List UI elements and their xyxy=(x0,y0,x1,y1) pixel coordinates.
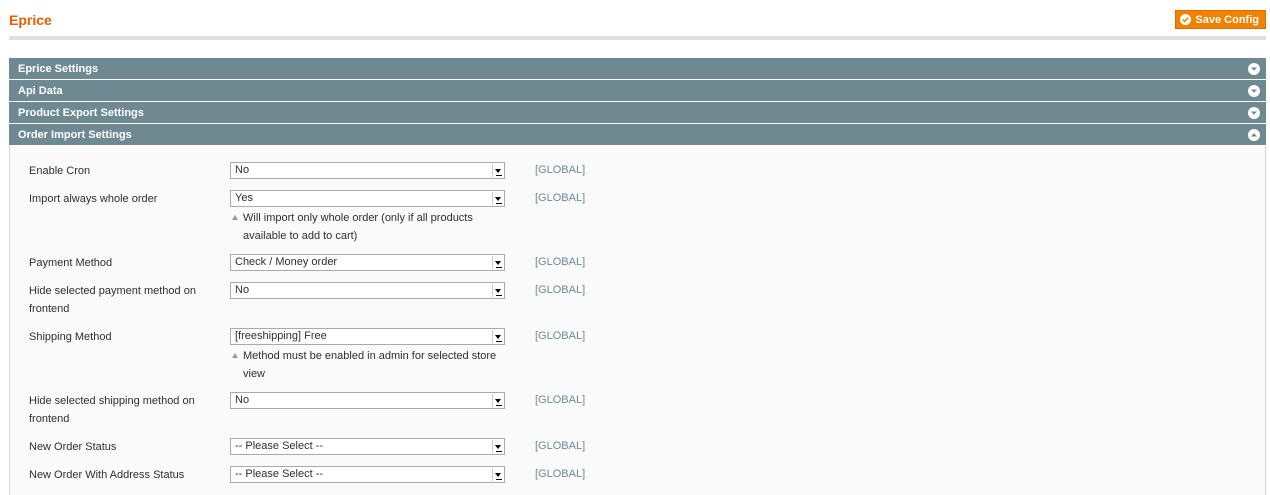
field-label: Enable Cron xyxy=(29,165,91,177)
select-value: -- Please Select -- xyxy=(235,468,324,480)
dropdown-arrow-icon xyxy=(492,440,503,453)
section-order-import-settings[interactable]: Order Import Settings xyxy=(9,124,1266,146)
field-label: New Order Status xyxy=(29,441,117,453)
field-note: Will import only whole order (only if al… xyxy=(230,209,505,245)
new-order-status-select[interactable]: -- Please Select -- xyxy=(230,438,505,455)
save-config-label: Save Config xyxy=(1195,13,1259,26)
section-label: Order Import Settings xyxy=(18,128,132,141)
select-value: Yes xyxy=(235,192,253,204)
import-whole-order-select[interactable]: Yes xyxy=(230,190,505,207)
dropdown-arrow-icon xyxy=(492,468,503,481)
enable-cron-select[interactable]: No xyxy=(230,162,505,179)
scope-label: [GLOBAL] xyxy=(535,164,586,176)
chevron-down-circle-icon[interactable] xyxy=(1248,62,1260,75)
hide-shipping-select[interactable]: No xyxy=(230,392,505,409)
field-label: Hide selected payment method on frontend xyxy=(29,285,196,315)
chevron-down-circle-icon[interactable] xyxy=(1248,84,1260,97)
note-triangle-icon xyxy=(232,215,238,220)
shipping-method-select[interactable]: [freeshipping] Free xyxy=(230,328,505,345)
section-product-export-settings[interactable]: Product Export Settings xyxy=(9,102,1266,124)
select-value: No xyxy=(235,394,250,406)
select-value: No xyxy=(235,284,250,296)
order-import-settings-body: Enable Cron No [GLOBAL] Import always wh… xyxy=(9,146,1266,495)
chevron-up-circle-icon[interactable] xyxy=(1248,128,1260,141)
dropdown-arrow-icon xyxy=(492,394,503,407)
field-label: Payment Method xyxy=(29,257,113,269)
select-value: -- Please Select -- xyxy=(235,440,324,452)
scope-label: [GLOBAL] xyxy=(535,440,586,452)
note-text: Method must be enabled in admin for sele… xyxy=(243,350,497,380)
section-label: Api Data xyxy=(18,84,63,97)
scope-label: [GLOBAL] xyxy=(535,192,586,204)
field-label: New Order With Address Status xyxy=(29,469,185,481)
title-divider xyxy=(9,36,1266,40)
field-label: Shipping Method xyxy=(29,331,112,343)
scope-label: [GLOBAL] xyxy=(535,330,586,342)
dropdown-arrow-icon xyxy=(492,330,503,343)
hide-payment-select[interactable]: No xyxy=(230,282,505,299)
field-label: Import always whole order xyxy=(29,193,158,205)
scope-label: [GLOBAL] xyxy=(535,284,586,296)
scope-label: [GLOBAL] xyxy=(535,468,586,480)
section-label: Eprice Settings xyxy=(18,62,99,75)
field-note: Method must be enabled in admin for sele… xyxy=(230,347,505,383)
save-config-button[interactable]: Save Config xyxy=(1175,10,1266,29)
new-order-address-status-select[interactable]: -- Please Select -- xyxy=(230,466,505,483)
chevron-down-circle-icon[interactable] xyxy=(1248,106,1260,119)
scope-label: [GLOBAL] xyxy=(535,394,586,406)
section-eprice-settings[interactable]: Eprice Settings xyxy=(9,58,1266,80)
payment-method-select[interactable]: Check / Money order xyxy=(230,254,505,271)
note-text: Will import only whole order (only if al… xyxy=(243,212,473,242)
field-label: Hide selected shipping method on fronten… xyxy=(29,395,195,425)
note-triangle-icon xyxy=(232,353,238,358)
select-value: No xyxy=(235,164,250,176)
config-sections: Eprice Settings Api Data Product Export … xyxy=(9,58,1266,495)
dropdown-arrow-icon xyxy=(492,256,503,269)
dropdown-arrow-icon xyxy=(492,284,503,297)
select-value: Check / Money order xyxy=(235,256,338,268)
dropdown-arrow-icon xyxy=(492,164,503,177)
section-api-data[interactable]: Api Data xyxy=(9,80,1266,102)
section-label: Product Export Settings xyxy=(18,106,144,119)
check-circle-icon xyxy=(1180,14,1192,25)
dropdown-arrow-icon xyxy=(492,192,503,205)
page-title: Eprice xyxy=(9,12,52,28)
select-value: [freeshipping] Free xyxy=(235,330,327,342)
scope-label: [GLOBAL] xyxy=(535,256,586,268)
